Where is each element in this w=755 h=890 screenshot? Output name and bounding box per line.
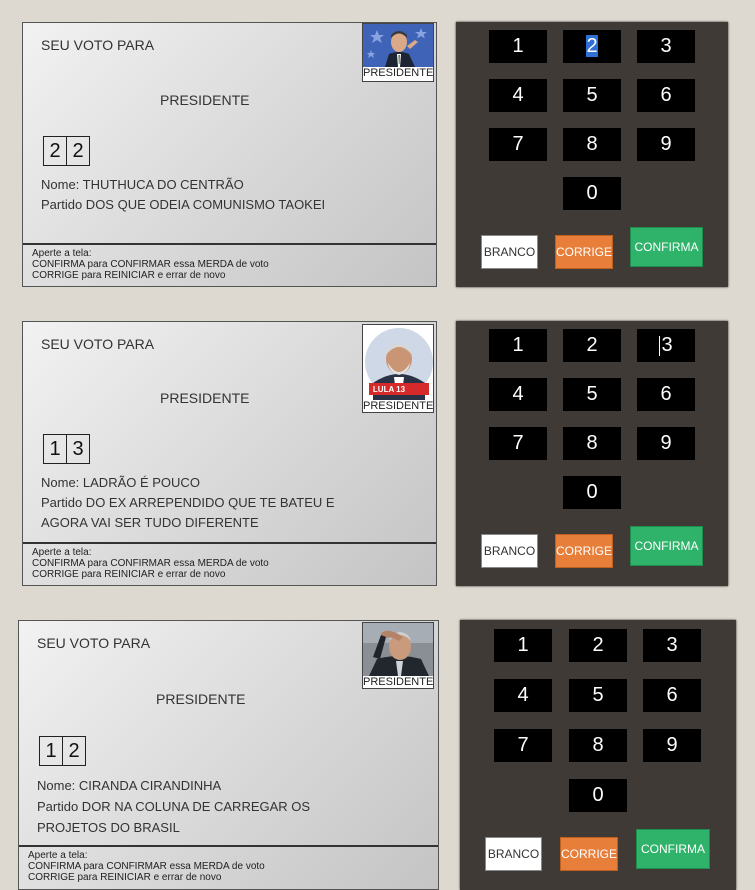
cargo-label: PRESIDENTE <box>160 92 250 108</box>
ballot-screen[interactable]: SEU VOTO PARA PRESIDENTE PRESIDENTE 1 2 <box>18 620 439 890</box>
candidate-photo: PRESIDENTE <box>362 622 434 689</box>
key-9[interactable]: 9 <box>637 427 695 460</box>
branco-button[interactable]: BRANCO <box>481 534 538 568</box>
key-6[interactable]: 6 <box>643 679 701 712</box>
key-3[interactable]: 3 <box>643 629 701 662</box>
instructions-footer: Aperte a tela: CONFIRMA para CONFIRMAR e… <box>23 542 436 585</box>
candidate-photo: PRESIDENTE <box>362 23 434 82</box>
candidate-photo-ciro <box>363 623 433 676</box>
key-5[interactable]: 5 <box>563 378 621 411</box>
candidate-name: Nome: LADRÃO É POUCO <box>41 475 200 490</box>
footer-line: Aperte a tela: <box>28 850 88 861</box>
keypad: 1 2 3 4 5 6 7 8 9 0 BRANCO CORRIGE CONFI… <box>460 620 736 890</box>
key-5[interactable]: 5 <box>563 79 621 112</box>
footer-line: CONFIRMA para CONFIRMAR essa MERDA de vo… <box>32 259 269 270</box>
candidate-party: Partido DOS QUE ODEIA COMUNISMO TAOKEI <box>41 197 326 212</box>
cargo-label: PRESIDENTE <box>160 390 250 406</box>
key-8[interactable]: 8 <box>563 427 621 460</box>
instructions-footer: Aperte a tela: CONFIRMA para CONFIRMAR e… <box>19 845 438 889</box>
key-2[interactable]: 2 <box>563 30 621 63</box>
seu-voto-label: SEU VOTO PARA <box>41 336 155 352</box>
confirma-button[interactable]: CONFIRMA <box>630 526 703 566</box>
photo-caption: PRESIDENTE <box>363 67 434 79</box>
instructions-footer: Aperte a tela: CONFIRMA para CONFIRMAR e… <box>23 243 436 286</box>
key-6[interactable]: 6 <box>637 378 695 411</box>
footer-line: CONFIRMA para CONFIRMAR essa MERDA de vo… <box>32 558 269 569</box>
branco-button[interactable]: BRANCO <box>485 837 542 871</box>
candidate-party: Partido DO EX ARREPENDIDO QUE TE BATEU E <box>41 495 335 510</box>
digit-box: 2 <box>43 136 67 166</box>
seu-voto-label: SEU VOTO PARA <box>37 635 151 651</box>
key-4[interactable]: 4 <box>489 79 547 112</box>
vote-digits: 2 2 <box>43 136 90 166</box>
vote-digits: 1 3 <box>43 434 90 464</box>
keypad: 1 2 3 4 5 6 7 8 9 0 BRANCO CORRIGE CONFI… <box>456 22 728 287</box>
candidate-name: Nome: THUTHUCA DO CENTRÃO <box>41 177 244 192</box>
candidate-party: Partido DOR NA COLUNA DE CARREGAR OS <box>37 799 311 814</box>
key-7[interactable]: 7 <box>494 729 552 762</box>
digit-box: 2 <box>62 736 86 766</box>
cargo-label: PRESIDENTE <box>156 691 246 707</box>
key-4[interactable]: 4 <box>494 679 552 712</box>
candidate-party-line2: PROJETOS DO BRASIL <box>37 820 180 835</box>
key-6[interactable]: 6 <box>637 79 695 112</box>
candidate-photo-bolsonaro <box>363 24 433 67</box>
footer-line: CONFIRMA para CONFIRMAR essa MERDA de vo… <box>28 861 265 872</box>
key-3[interactable]: 3 <box>637 30 695 63</box>
confirma-button[interactable]: CONFIRMA <box>630 227 703 267</box>
ballot-screen[interactable]: SEU VOTO PARA PRESIDENTE LULA 13 PRESIDE… <box>22 321 437 586</box>
key-1[interactable]: 1 <box>489 329 547 362</box>
key-2[interactable]: 2 <box>569 629 627 662</box>
key-7[interactable]: 7 <box>489 427 547 460</box>
footer-line: Aperte a tela: <box>32 248 92 259</box>
ballot-screen[interactable]: SEU VOTO PARA PRESIDENTE PRESIDENTE 2 2 … <box>22 22 437 287</box>
key-0[interactable]: 0 <box>563 476 621 509</box>
photo-caption: PRESIDENTE <box>363 400 434 412</box>
lula-badge-text: LULA 13 <box>373 385 406 394</box>
confirma-button[interactable]: CONFIRMA <box>636 829 710 869</box>
footer-line: CORRIGE para REINICIAR e errar de novo <box>32 270 226 281</box>
candidate-party-line2: AGORA VAI SER TUDO DIFERENTE <box>41 515 259 530</box>
key-9[interactable]: 9 <box>637 128 695 161</box>
key-4[interactable]: 4 <box>489 378 547 411</box>
key-0[interactable]: 0 <box>569 779 627 812</box>
key-3[interactable]: 3 <box>637 329 695 362</box>
seu-voto-label: SEU VOTO PARA <box>41 37 155 53</box>
key-7[interactable]: 7 <box>489 128 547 161</box>
candidate-photo: LULA 13 PRESIDENTE <box>362 324 434 413</box>
candidate-name: Nome: CIRANDA CIRANDINHA <box>37 778 222 793</box>
corrige-button[interactable]: CORRIGE <box>560 837 618 871</box>
key-0[interactable]: 0 <box>563 177 621 210</box>
keypad: 1 2 3 4 5 6 7 8 9 0 BRANCO CORRIGE CONFI… <box>456 321 728 586</box>
key-9[interactable]: 9 <box>643 729 701 762</box>
digit-box: 1 <box>43 434 67 464</box>
footer-line: CORRIGE para REINICIAR e errar de novo <box>32 569 226 580</box>
candidate-photo-lula: LULA 13 <box>363 325 433 400</box>
key-8[interactable]: 8 <box>569 729 627 762</box>
branco-button[interactable]: BRANCO <box>481 235 538 269</box>
key-5[interactable]: 5 <box>569 679 627 712</box>
key-1[interactable]: 1 <box>489 30 547 63</box>
footer-line: Aperte a tela: <box>32 547 92 558</box>
key-8[interactable]: 8 <box>563 128 621 161</box>
key-2[interactable]: 2 <box>563 329 621 362</box>
corrige-button[interactable]: CORRIGE <box>555 235 613 269</box>
footer-line: CORRIGE para REINICIAR e errar de novo <box>28 872 222 883</box>
vote-digits: 1 2 <box>39 736 86 766</box>
digit-box: 2 <box>66 136 90 166</box>
key-1[interactable]: 1 <box>494 629 552 662</box>
corrige-button[interactable]: CORRIGE <box>555 534 613 568</box>
digit-box: 3 <box>66 434 90 464</box>
photo-caption: PRESIDENTE <box>363 676 434 688</box>
digit-box: 1 <box>39 736 63 766</box>
